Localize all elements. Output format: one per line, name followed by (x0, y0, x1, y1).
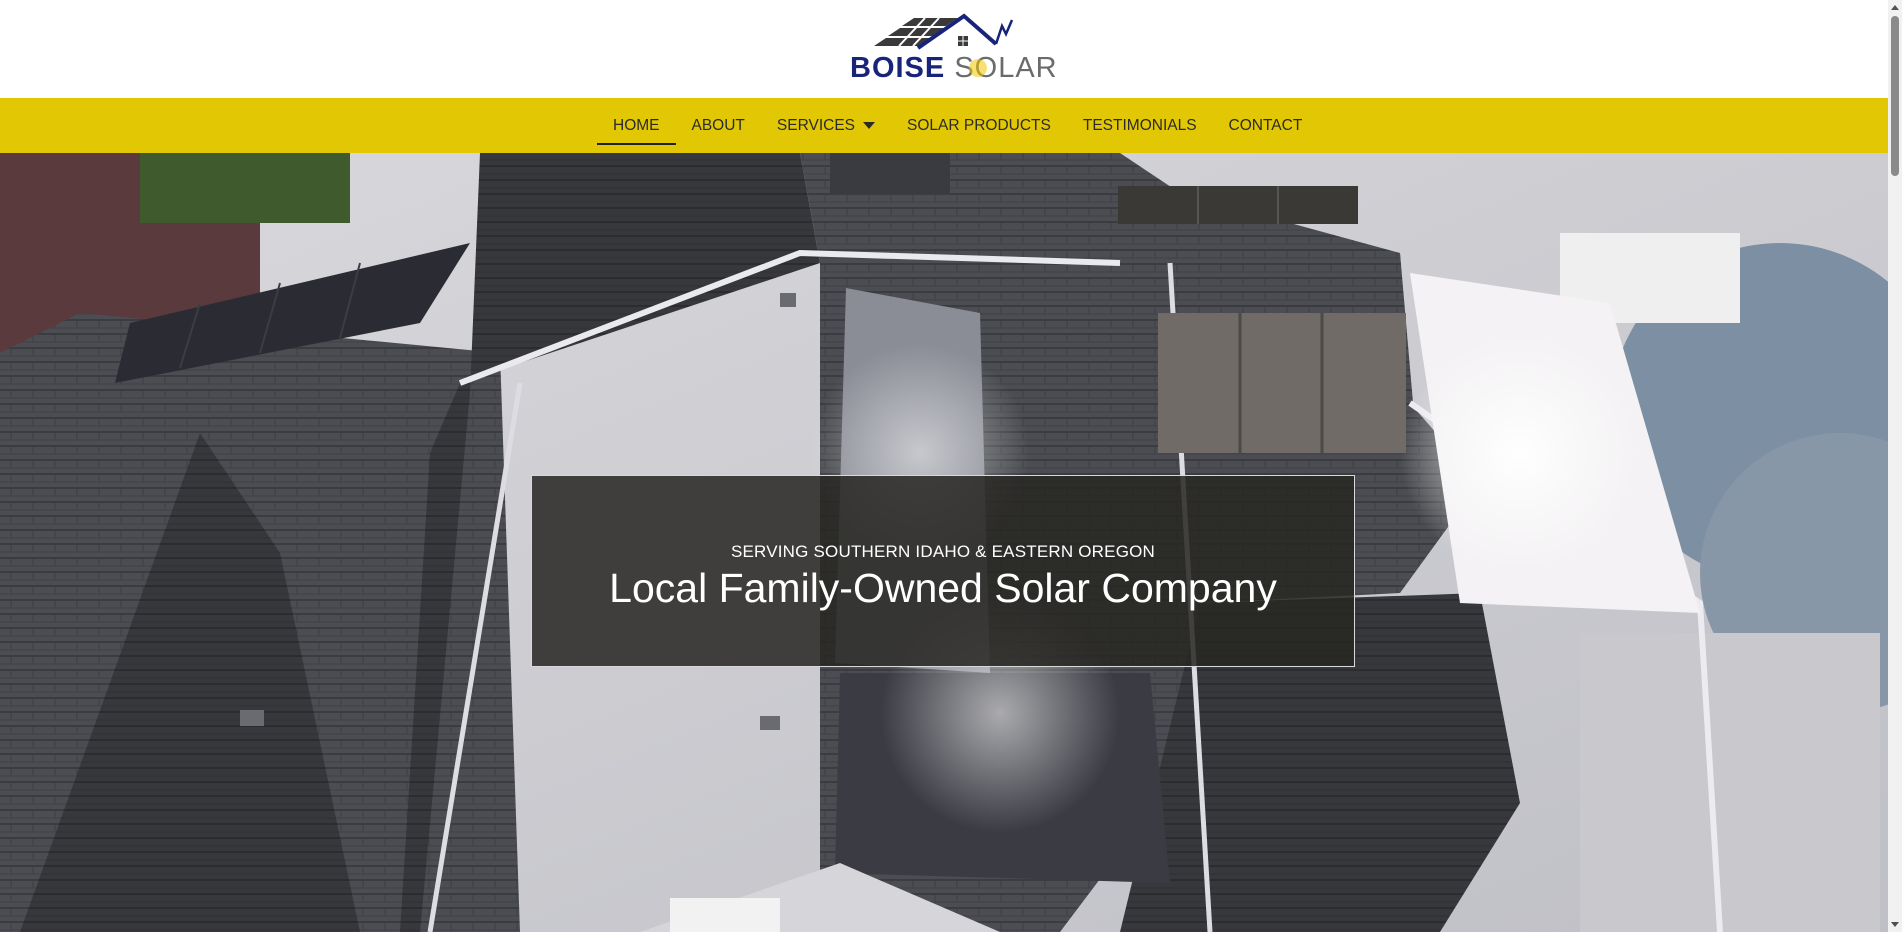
nav-item-label: HOME (613, 116, 660, 134)
nav-item-label: SOLAR PRODUCTS (907, 116, 1051, 134)
main-navigation: HOME ABOUT SERVICES SOLAR PRODUCTS TESTI… (0, 98, 1888, 153)
caret-down-icon[interactable] (863, 122, 876, 129)
logo-wordmark: BOISE SOLAR (850, 52, 1058, 84)
logo-text-boise: BOISE (850, 52, 946, 84)
nav-item-label: SERVICES (776, 116, 856, 134)
scroll-down-arrow-icon[interactable] (1891, 922, 1899, 927)
nav-item-testimonials[interactable]: TESTIMONIALS (1067, 98, 1213, 153)
hero-section: SERVING SOUTHERN IDAHO & EASTERN OREGON … (0, 153, 1888, 932)
hero-title: Local Family-Owned Solar Company (609, 565, 1277, 611)
hero-kicker: SERVING SOUTHERN IDAHO & EASTERN OREGON (730, 542, 1156, 561)
scrollbar-thumb[interactable] (1891, 16, 1899, 176)
nav-item-label: TESTIMONIALS (1082, 116, 1197, 134)
nav-item-contact[interactable]: CONTACT (1213, 98, 1319, 153)
sun-icon (969, 59, 987, 77)
solar-house-logo-icon (874, 13, 1014, 50)
scroll-up-arrow-icon[interactable] (1891, 5, 1899, 10)
nav-item-home[interactable]: HOME (597, 98, 676, 153)
nav-item-about[interactable]: ABOUT (676, 98, 761, 153)
site-logo[interactable]: BOISE SOLAR (846, 12, 1057, 84)
nav-item-label: CONTACT (1228, 116, 1303, 134)
page-scrollbar[interactable] (1888, 0, 1902, 932)
nav-item-label: ABOUT (691, 116, 745, 134)
site-header: BOISE SOLAR (0, 0, 1888, 98)
nav-menu: HOME ABOUT SERVICES SOLAR PRODUCTS TESTI… (597, 98, 1318, 153)
hero-banner: SERVING SOUTHERN IDAHO & EASTERN OREGON … (531, 475, 1355, 667)
nav-item-solar-products[interactable]: SOLAR PRODUCTS (891, 98, 1067, 153)
nav-item-services[interactable]: SERVICES (761, 98, 891, 153)
